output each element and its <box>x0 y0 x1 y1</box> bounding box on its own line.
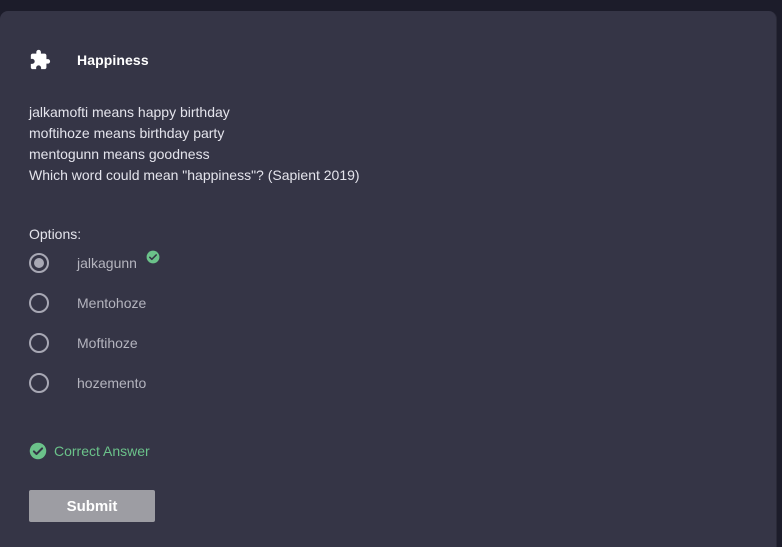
result-message: Correct Answer <box>29 442 150 460</box>
question-card: Happiness jalkamofti means happy birthda… <box>0 11 777 547</box>
option-label: hozemento <box>77 375 147 391</box>
radio-button[interactable] <box>29 333 49 353</box>
question-prompt: Which word could mean "happiness"? (Sapi… <box>29 167 360 183</box>
card-header <box>29 49 51 71</box>
option-mentohoze[interactable]: Mentohoze <box>29 292 146 314</box>
option-label: Mentohoze <box>77 295 147 311</box>
option-moftihoze[interactable]: Moftihoze <box>29 332 138 354</box>
result-text: Correct Answer <box>54 443 150 459</box>
question-line: moftihoze means birthday party <box>29 125 225 141</box>
radio-button-selected[interactable] <box>29 253 49 273</box>
submit-button[interactable]: Submit <box>29 490 155 522</box>
correct-check-icon <box>146 250 160 264</box>
card-title: Happiness <box>77 52 149 68</box>
option-jalkagunn[interactable]: jalkagunn <box>29 250 160 274</box>
puzzle-icon <box>30 49 51 70</box>
radio-button[interactable] <box>29 373 49 393</box>
option-hozemento[interactable]: hozemento <box>29 372 146 394</box>
check-circle-icon <box>29 442 47 460</box>
question-line: mentogunn means goodness <box>29 146 210 162</box>
option-label: Moftihoze <box>77 335 138 351</box>
question-text: jalkamofti means happy birthday moftihoz… <box>29 102 360 186</box>
radio-button[interactable] <box>29 293 49 313</box>
options-label: Options: <box>29 226 82 242</box>
question-line: jalkamofti means happy birthday <box>29 104 230 120</box>
option-label: jalkagunn <box>77 255 137 271</box>
